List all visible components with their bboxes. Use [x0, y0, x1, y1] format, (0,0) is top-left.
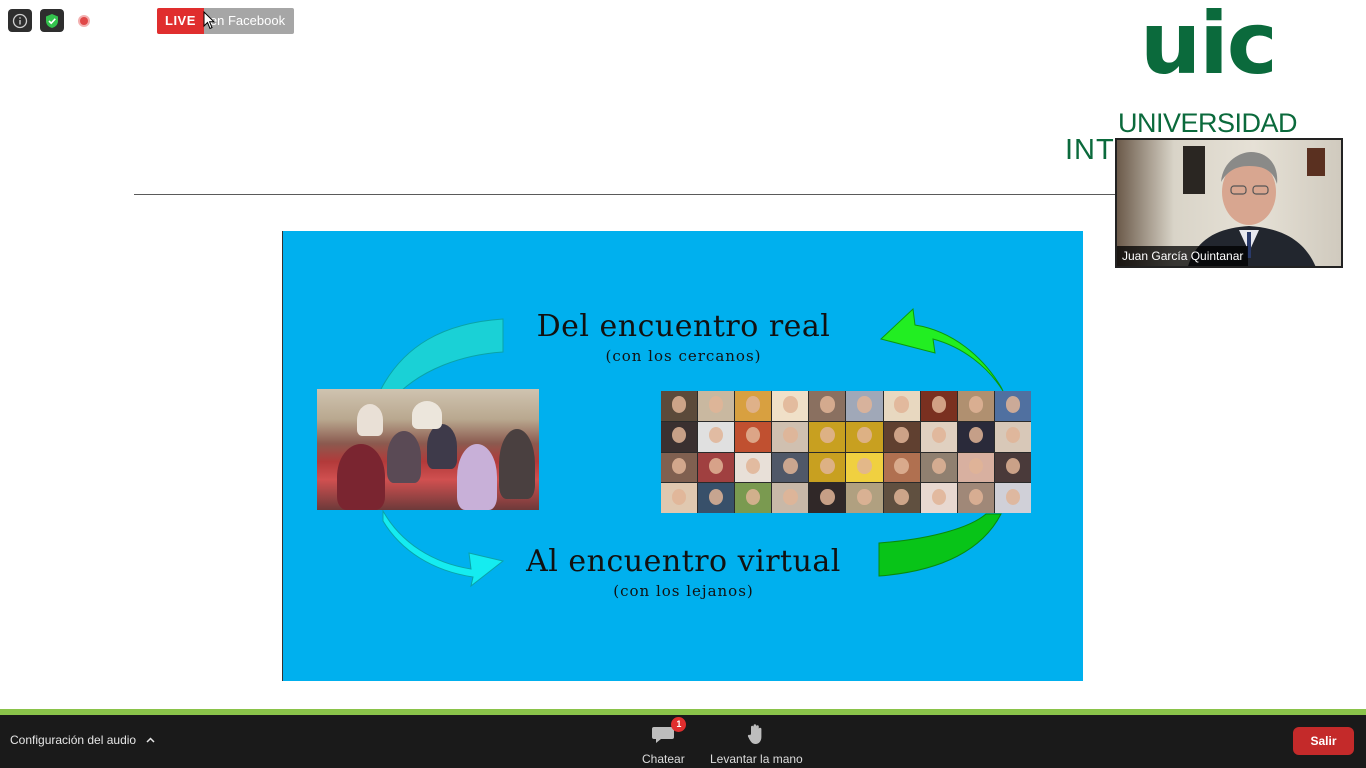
chat-button[interactable]: 1 Chatear	[642, 717, 687, 766]
chat-label: Chatear	[642, 752, 685, 766]
chevron-up-icon[interactable]	[146, 737, 155, 743]
audio-settings-button[interactable]: Configuración del audio	[10, 733, 155, 747]
mouse-cursor-icon	[203, 11, 215, 30]
participant-name: Juan García Quintanar	[1117, 246, 1249, 266]
hand-icon	[748, 724, 762, 744]
group-meeting-photo	[317, 389, 539, 510]
recording-icon[interactable]	[72, 9, 96, 32]
audio-settings-label: Configuración del audio	[10, 733, 137, 747]
meeting-toolbar: Configuración del audio 1 Chatear Levant…	[0, 715, 1366, 768]
live-stream-badge[interactable]: LIVE en Facebook	[157, 8, 295, 34]
presentation-slide: Del encuentro real (con los cercanos) Al…	[282, 231, 1083, 681]
meeting-status-icons	[8, 9, 96, 32]
live-platform: en Facebook	[203, 8, 295, 34]
slide-subtitle-bottom: (con los lejanos)	[613, 582, 754, 600]
shield-check-icon[interactable]	[40, 9, 64, 32]
chat-unread-badge: 1	[671, 717, 687, 732]
shared-screen: LIVE en Facebook uic UNIVERSIDAD INT Del…	[0, 0, 1366, 710]
logo-line-1: UNIVERSIDAD	[1118, 108, 1298, 138]
participant-video[interactable]: Juan García Quintanar	[1115, 138, 1343, 268]
live-label: LIVE	[157, 8, 204, 34]
logo-line-2: INT	[1065, 134, 1115, 166]
slide-title-bottom: Al encuentro virtual	[526, 544, 841, 579]
info-icon[interactable]	[8, 9, 32, 32]
virtual-meeting-grid-photo	[661, 391, 1031, 513]
raise-hand-button[interactable]: Levantar la mano	[710, 719, 803, 766]
logo-mark: uic	[1140, 0, 1278, 94]
slide-subtitle-top: (con los cercanos)	[605, 347, 762, 365]
leave-button[interactable]: Salir	[1293, 727, 1354, 755]
divider	[134, 194, 1134, 195]
raise-hand-label: Levantar la mano	[710, 752, 803, 766]
slide-title-top: Del encuentro real	[536, 309, 831, 344]
